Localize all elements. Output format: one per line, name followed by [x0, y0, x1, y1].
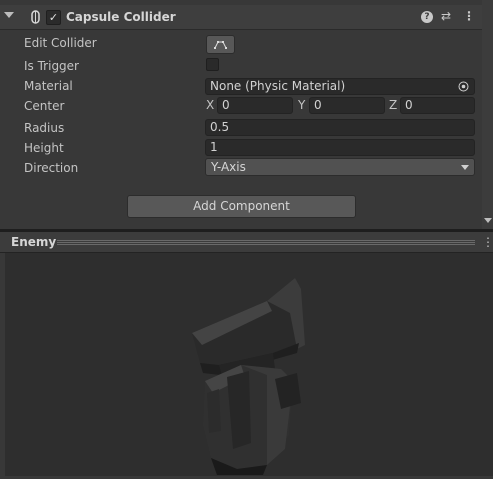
foldout-arrow-icon[interactable] — [4, 12, 14, 18]
more-icon[interactable]: ⋮ — [463, 9, 475, 23]
enemy-model-render — [192, 278, 305, 475]
center-y-field[interactable]: 0 — [309, 97, 385, 114]
direction-label: Direction — [24, 161, 79, 175]
center-x-axis-label[interactable]: X — [206, 98, 214, 112]
preview-header[interactable]: Enemy ⋮ — [0, 232, 493, 253]
center-y-axis-label[interactable]: Y — [298, 98, 305, 112]
drag-grip-icon[interactable] — [57, 240, 475, 245]
center-label: Center — [24, 99, 65, 113]
center-x-field[interactable]: 0 — [217, 97, 293, 114]
edit-collider-button[interactable] — [206, 35, 235, 54]
height-field[interactable]: 1 — [205, 139, 475, 156]
is-trigger-label: Is Trigger — [24, 59, 79, 73]
capsule-collider-icon — [31, 10, 40, 24]
more-icon[interactable]: ⋮ — [482, 235, 493, 249]
inspector-panel: ✓ Capsule Collider ? ⇄ ⋮ Edit Collider I… — [0, 0, 493, 232]
edit-collider-row: Edit Collider — [0, 35, 482, 53]
radius-label: Radius — [24, 121, 65, 135]
model-preview-viewport[interactable] — [5, 253, 493, 476]
center-z-axis-label[interactable]: Z — [389, 98, 397, 112]
component-header[interactable]: ✓ Capsule Collider ? ⇄ ⋮ — [0, 5, 482, 30]
add-component-button[interactable]: Add Component — [127, 195, 356, 218]
component-enabled-checkbox[interactable]: ✓ — [46, 10, 61, 25]
object-picker-icon[interactable] — [458, 81, 469, 92]
material-label: Material — [24, 79, 73, 93]
inspector-scrollbar[interactable] — [482, 0, 493, 232]
direction-dropdown[interactable]: Y-Axis — [205, 158, 475, 176]
component-title: Capsule Collider — [66, 10, 176, 24]
is-trigger-checkbox[interactable] — [206, 58, 219, 71]
chevron-down-icon — [461, 165, 469, 170]
is-trigger-row: Is Trigger — [0, 58, 482, 76]
edit-bounds-icon — [214, 41, 227, 49]
material-value: None (Physic Material) — [210, 79, 346, 93]
edit-collider-label: Edit Collider — [24, 36, 97, 50]
center-z-field[interactable]: 0 — [400, 97, 475, 114]
radius-field[interactable]: 0.5 — [205, 119, 475, 136]
height-label: Height — [24, 141, 64, 155]
direction-value: Y-Axis — [211, 160, 246, 174]
preview-title: Enemy — [11, 235, 57, 249]
material-field[interactable]: None (Physic Material) — [205, 78, 475, 95]
scroll-down-arrow-icon[interactable] — [484, 218, 492, 223]
preset-icon[interactable]: ⇄ — [441, 9, 451, 23]
help-icon[interactable]: ? — [421, 11, 433, 23]
